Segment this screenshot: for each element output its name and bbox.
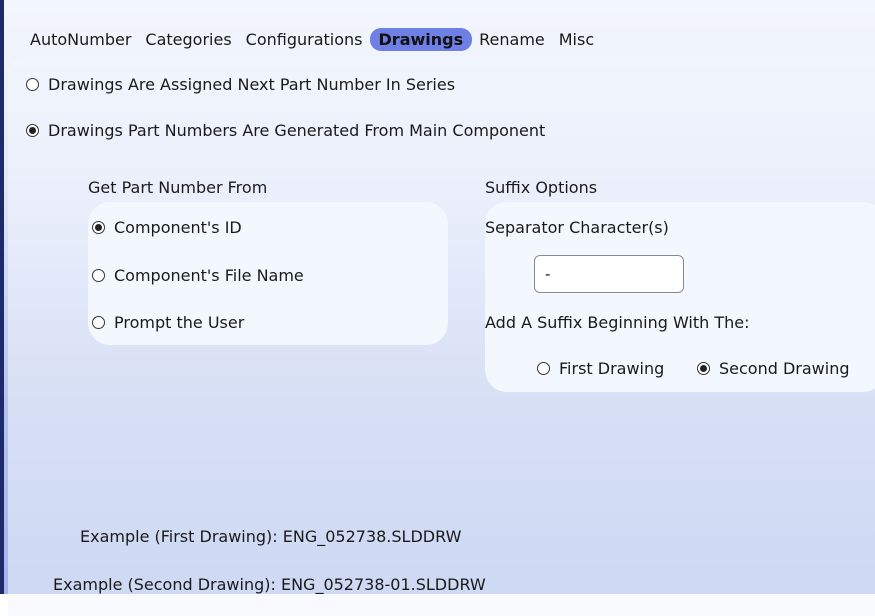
radio-prompt-user[interactable]: Prompt the User — [92, 313, 244, 332]
tab-misc[interactable]: Misc — [552, 28, 601, 51]
radio-from-main-component[interactable]: Drawings Part Numbers Are Generated From… — [26, 121, 545, 140]
radio-label: Drawings Are Assigned Next Part Number I… — [48, 75, 456, 94]
suffix-begin-label: Add A Suffix Beginning With The: — [485, 313, 750, 332]
radio-button[interactable] — [92, 221, 105, 234]
radio-label: First Drawing — [559, 359, 665, 378]
radio-first-drawing[interactable]: First Drawing — [537, 359, 664, 378]
example-second: Example (Second Drawing): ENG_052738-01.… — [53, 575, 486, 594]
radio-button[interactable] — [537, 362, 550, 375]
tab-drawings[interactable]: Drawings — [369, 27, 473, 51]
options-window: AutoNumber Categories Configurations Dra… — [0, 0, 875, 616]
separator-label: Separator Character(s) — [485, 218, 669, 237]
tab-rename[interactable]: Rename — [472, 28, 552, 51]
radio-component-id[interactable]: Component's ID — [92, 218, 242, 237]
radio-button[interactable] — [92, 316, 105, 329]
example-first: Example (First Drawing): ENG_052738.SLDD… — [80, 527, 462, 546]
radio-label: Component's File Name — [114, 266, 304, 285]
radio-label: Second Drawing — [719, 359, 850, 378]
radio-next-in-series[interactable]: Drawings Are Assigned Next Part Number I… — [26, 75, 455, 94]
radio-button[interactable] — [26, 124, 39, 137]
tab-autonumber[interactable]: AutoNumber — [30, 28, 138, 51]
radio-label: Component's ID — [114, 218, 242, 237]
source-heading: Get Part Number From — [88, 178, 268, 197]
radio-button[interactable] — [26, 78, 39, 91]
radio-label: Prompt the User — [114, 313, 245, 332]
radio-label: Drawings Part Numbers Are Generated From… — [48, 121, 546, 140]
radio-component-file-name[interactable]: Component's File Name — [92, 266, 304, 285]
tab-categories[interactable]: Categories — [138, 28, 238, 51]
tab-configurations[interactable]: Configurations — [239, 28, 370, 51]
radio-button[interactable] — [697, 362, 710, 375]
suffix-heading: Suffix Options — [485, 178, 598, 197]
separator-input[interactable] — [534, 255, 684, 293]
radio-second-drawing[interactable]: Second Drawing — [697, 359, 850, 378]
radio-button[interactable] — [92, 269, 105, 282]
tab-bar: AutoNumber Categories Configurations Dra… — [30, 26, 601, 52]
